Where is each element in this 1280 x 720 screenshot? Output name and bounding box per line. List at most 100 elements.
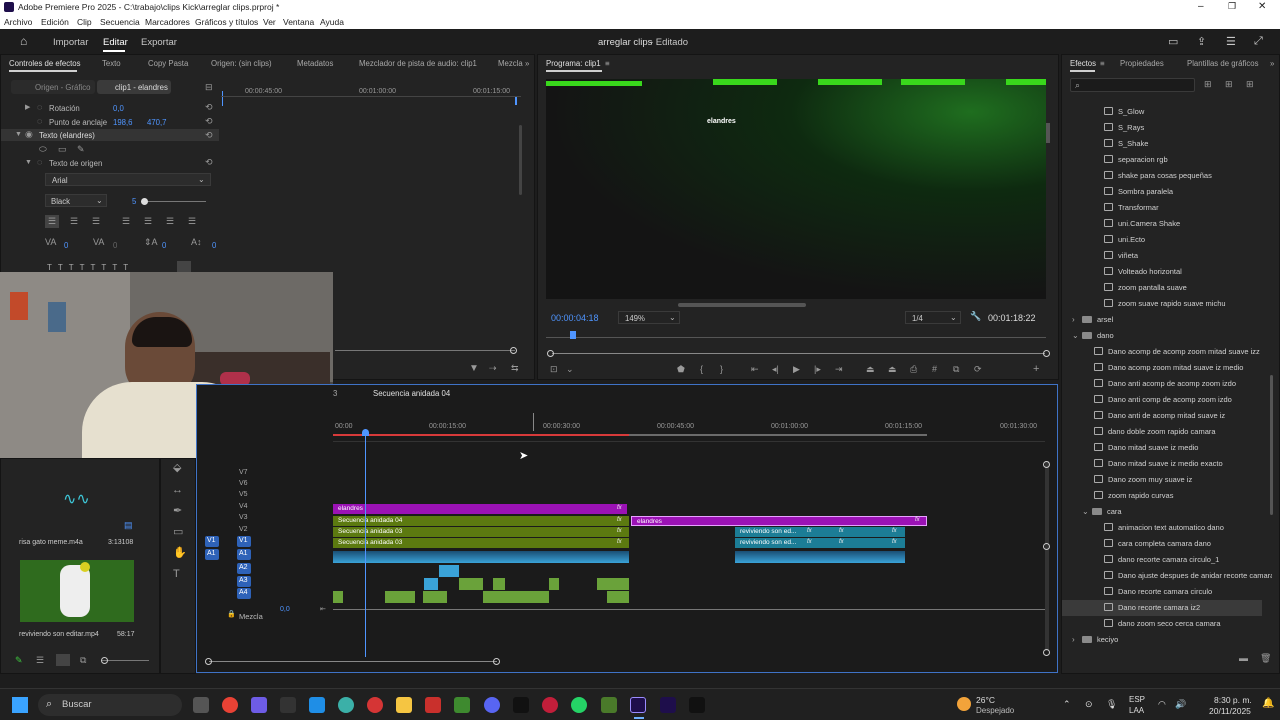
effects-preset[interactable]: Dano recorte camara iz2 xyxy=(1062,600,1262,616)
whatsapp-icon[interactable] xyxy=(571,697,587,713)
freeform-view-icon[interactable]: ⧉ xyxy=(80,656,86,665)
loop-icon[interactable]: ⇆ xyxy=(511,364,519,373)
go-to-out-icon[interactable]: ⇥ xyxy=(835,365,843,374)
font-size-slider-track[interactable] xyxy=(141,201,206,202)
effects-preset[interactable]: Dano mitad suave iz medio xyxy=(1062,440,1262,456)
notifications-icon[interactable]: 🔔 xyxy=(1262,698,1274,709)
effects-preset[interactable]: Dano acomp zoom mitad suave iz medio xyxy=(1062,360,1262,376)
thumb-size-handle[interactable] xyxy=(101,657,108,664)
hand-tool-icon[interactable]: ✋ xyxy=(173,548,187,559)
thumb-size-slider[interactable] xyxy=(101,660,149,661)
effects-preset[interactable]: viñeta xyxy=(1062,248,1262,264)
discord-icon[interactable] xyxy=(484,697,500,713)
effects-folder[interactable]: › keciyo xyxy=(1062,632,1262,648)
chevron-down-icon[interactable]: ⌄ xyxy=(1082,507,1089,516)
monitor-zoom-handle-left[interactable] xyxy=(547,350,554,357)
lift-icon[interactable]: ⏏ xyxy=(866,365,875,374)
hscroll-handle-right[interactable] xyxy=(493,658,500,665)
zoom-dropdown[interactable]: 149% ⌄ xyxy=(618,311,680,324)
panel-menu-icon[interactable]: ≡ xyxy=(1100,59,1105,68)
rect-mask-icon[interactable]: ▭ xyxy=(58,145,67,154)
effects-preset[interactable]: zoom suave rapido suave michu xyxy=(1062,296,1262,312)
monitor-vscroll[interactable] xyxy=(1046,123,1050,143)
reset-anchor-icon[interactable]: ⟲ xyxy=(205,117,213,126)
taskbar-search[interactable]: ⌕ Buscar xyxy=(38,694,182,716)
mark-out-icon[interactable]: } xyxy=(720,365,723,374)
export-frame-icon[interactable]: ⇢ xyxy=(489,364,497,373)
monitor-playhead[interactable] xyxy=(570,331,576,339)
go-to-in-icon[interactable]: ⇤ xyxy=(751,365,759,374)
trash-icon[interactable]: 🗑 xyxy=(1260,654,1271,663)
collapse-text-icon[interactable]: ▼ xyxy=(15,131,22,138)
font-style-dropdown[interactable]: Black ⌄ xyxy=(45,194,107,207)
import-tab[interactable]: Importar xyxy=(53,37,88,48)
effects-preset[interactable]: zoom pantalla suave xyxy=(1062,280,1262,296)
effects-scrollbar[interactable] xyxy=(1270,375,1273,515)
extract-icon[interactable]: ⏏ xyxy=(888,365,897,374)
yuv-effects-icon[interactable]: ⊞ xyxy=(1246,80,1254,89)
menu-clip[interactable]: Clip xyxy=(77,17,92,27)
grid-icon[interactable]: # xyxy=(932,365,937,374)
panel-menu-icon[interactable]: ≡ xyxy=(605,59,610,68)
anchor-y-value[interactable]: 470,7 xyxy=(147,118,167,127)
app-icon[interactable] xyxy=(425,697,441,713)
monitor-zoom-handle-right[interactable] xyxy=(1043,350,1050,357)
justify-center-icon[interactable]: ☰ xyxy=(144,217,152,226)
clip-v1-reviviendo[interactable]: reviviendo son ed... xyxy=(735,538,905,548)
capcut-icon[interactable] xyxy=(513,697,529,713)
tab-mezcla[interactable]: Mezcla xyxy=(498,59,523,68)
effects-preset[interactable]: dano zoom seco cerca camara xyxy=(1062,616,1262,632)
effects-folder[interactable]: › arsel xyxy=(1062,312,1262,328)
effects-preset[interactable]: shake para cosas pequeñas xyxy=(1062,168,1262,184)
edit-tab[interactable]: Editar xyxy=(103,37,128,48)
tab-texto[interactable]: Texto xyxy=(102,59,121,68)
copilot-icon[interactable] xyxy=(251,697,267,713)
icon-view-button[interactable] xyxy=(56,654,70,666)
effects-preset[interactable]: S_Rays xyxy=(1062,120,1262,136)
effects-preset[interactable]: Dano mitad suave iz medio exacto xyxy=(1062,456,1262,472)
monitor-time-ruler[interactable] xyxy=(546,333,1046,341)
reset-text-icon[interactable]: ⟲ xyxy=(205,131,213,140)
tab-effects[interactable]: Efectos xyxy=(1070,59,1096,68)
font-size-value[interactable]: 5 xyxy=(132,197,136,206)
sequence-tab[interactable]: Secuencia anidada 04 xyxy=(373,389,450,398)
effects-preset[interactable]: uni.Ecto xyxy=(1062,232,1262,248)
audio-clip-a4-green[interactable] xyxy=(333,591,343,603)
effects-preset[interactable]: dano doble zoom rapido camara xyxy=(1062,424,1262,440)
track-a3[interactable]: A3 xyxy=(239,577,248,588)
program-timecode[interactable]: 00:00:04:18 xyxy=(551,313,599,323)
mark-in-icon[interactable]: { xyxy=(700,365,703,374)
opera-icon[interactable] xyxy=(542,697,558,713)
track-v6[interactable]: V6 xyxy=(239,480,248,491)
share-icon[interactable]: ⇪ xyxy=(1197,35,1206,48)
workspace-icon[interactable]: ▭ xyxy=(1168,35,1178,48)
collapse-source-text-icon[interactable]: ▼ xyxy=(25,159,32,166)
premiere-icon[interactable] xyxy=(630,697,646,713)
hscroll-handle-left[interactable] xyxy=(205,658,212,665)
tracking-value[interactable]: 0 xyxy=(64,241,68,250)
pencil-icon[interactable]: ✎ xyxy=(15,656,23,665)
track-a1[interactable]: A1 xyxy=(239,550,248,561)
audio-clip-a1-2[interactable] xyxy=(735,551,905,563)
menu-ayuda[interactable]: Ayuda xyxy=(320,17,344,27)
home-icon[interactable]: ⌂ xyxy=(20,34,27,48)
audio-item-name[interactable]: risa gato meme.m4a xyxy=(19,539,83,546)
timeline-vscroll[interactable] xyxy=(1045,461,1049,651)
playhead-handle[interactable] xyxy=(362,429,369,436)
effects-preset[interactable]: Dano recorte camara circulo xyxy=(1062,584,1262,600)
clip-v4-elandres-2[interactable]: elandres xyxy=(631,516,927,526)
effects-preset[interactable]: cara completa camara dano xyxy=(1062,536,1262,552)
lang-primary[interactable]: ESP xyxy=(1129,695,1145,704)
accelerated-effects-icon[interactable]: ⊞ xyxy=(1204,80,1212,89)
effects-preset[interactable]: S_Shake xyxy=(1062,136,1262,152)
tab-properties[interactable]: Propiedades xyxy=(1120,59,1164,68)
clock-time[interactable]: 8:30 p. m. xyxy=(1214,695,1252,705)
app-icon[interactable] xyxy=(367,697,383,713)
panel-options-icon[interactable]: ⊟ xyxy=(205,83,213,92)
chrome-icon[interactable] xyxy=(222,697,238,713)
pen-mask-icon[interactable]: ✎ xyxy=(77,145,85,154)
compare-icon[interactable]: ⧉ xyxy=(953,365,959,374)
video-item-name[interactable]: reviviendo son editar.mp4 xyxy=(19,631,99,638)
store-icon[interactable] xyxy=(309,697,325,713)
subtab-clip[interactable]: clip1 - elandres xyxy=(97,80,171,94)
